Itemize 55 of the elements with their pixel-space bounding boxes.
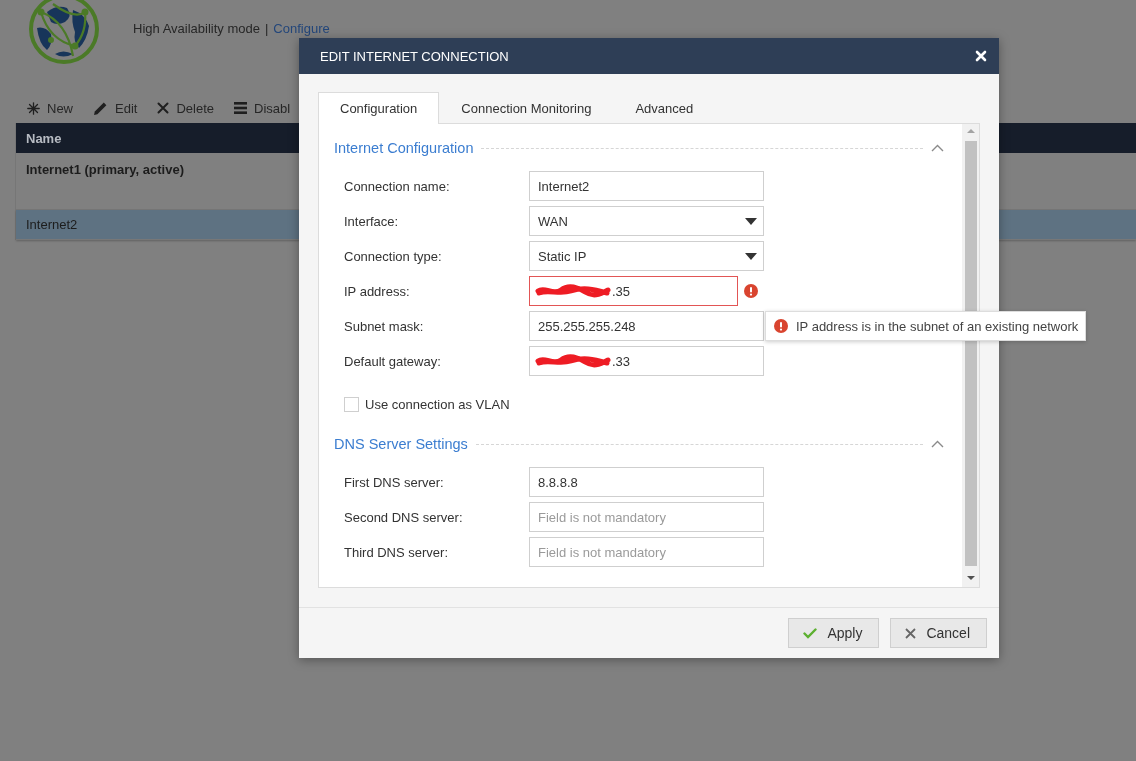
bars-icon — [234, 102, 247, 114]
field-label: First DNS server: — [344, 474, 445, 490]
checkbox-label[interactable]: Use connection as VLAN — [365, 396, 510, 412]
cancel-button[interactable]: Cancel — [890, 618, 987, 648]
close-icon[interactable] — [975, 50, 987, 62]
section-title: Internet Configuration — [334, 140, 474, 156]
pencil-icon — [93, 100, 108, 116]
field-label: Third DNS server: — [344, 544, 450, 560]
down-arrow-icon[interactable] — [966, 576, 975, 580]
cross-icon — [157, 102, 170, 114]
chevron-up-icon[interactable] — [931, 440, 944, 448]
sparkle-icon — [27, 101, 40, 115]
caret-icon — [745, 218, 757, 225]
dropdown[interactable]: WAN — [529, 206, 764, 236]
table-cell: Internet1 (primary, active) — [26, 162, 184, 177]
input-field[interactable]: .35 — [529, 276, 738, 306]
field-label: Default gateway: — [344, 353, 442, 369]
globe-logo — [29, 0, 99, 64]
check-icon — [803, 627, 818, 639]
toolbar-button[interactable]: Disabl — [234, 100, 291, 116]
separator: | — [264, 21, 269, 37]
field-label: Connection type: — [344, 248, 443, 264]
input-field[interactable]: Field is not mandatory — [529, 537, 764, 567]
section-title: DNS Server Settings — [334, 436, 468, 452]
field-label: Connection name: — [344, 178, 451, 194]
dropdown[interactable]: Static IP — [529, 241, 764, 271]
error-icon — [774, 319, 788, 333]
field-label: IP address: — [344, 283, 411, 299]
dialog-title: EDIT INTERNET CONNECTION — [320, 48, 509, 64]
input-field[interactable]: 255.255.255.248 — [529, 311, 764, 341]
input-field[interactable]: .33 — [529, 346, 764, 376]
scrollbar[interactable] — [962, 124, 979, 587]
tab[interactable]: Configuration — [318, 92, 440, 124]
caret-icon — [745, 253, 757, 260]
toolbar-button[interactable]: Delete — [157, 100, 214, 116]
cross-icon — [905, 627, 917, 639]
input-field[interactable]: Field is not mandatory — [529, 502, 764, 532]
chevron-up-icon[interactable] — [931, 144, 944, 152]
input-field[interactable]: 8.8.8.8 — [529, 467, 764, 497]
up-arrow-icon[interactable] — [966, 129, 975, 133]
toolbar-button[interactable]: Edit — [93, 100, 138, 116]
toolbar-button[interactable]: New — [27, 100, 73, 116]
tab[interactable]: Advanced — [613, 92, 716, 124]
tab[interactable]: Connection Monitoring — [439, 92, 614, 124]
table-cell: Internet2 — [26, 217, 78, 232]
error-icon — [744, 284, 758, 298]
input-field[interactable]: Internet2 — [529, 171, 764, 201]
subtitle-text: High Availability mode — [133, 21, 260, 37]
apply-button[interactable]: Apply — [788, 618, 880, 648]
field-label: Subnet mask: — [344, 318, 425, 334]
checkbox[interactable] — [344, 396, 359, 412]
field-label: Interface: — [344, 213, 400, 229]
column-header: Name — [26, 130, 62, 146]
tooltip-text: IP address is in the subnet of an existing network — [796, 318, 1079, 334]
field-label: Second DNS server: — [344, 509, 464, 525]
